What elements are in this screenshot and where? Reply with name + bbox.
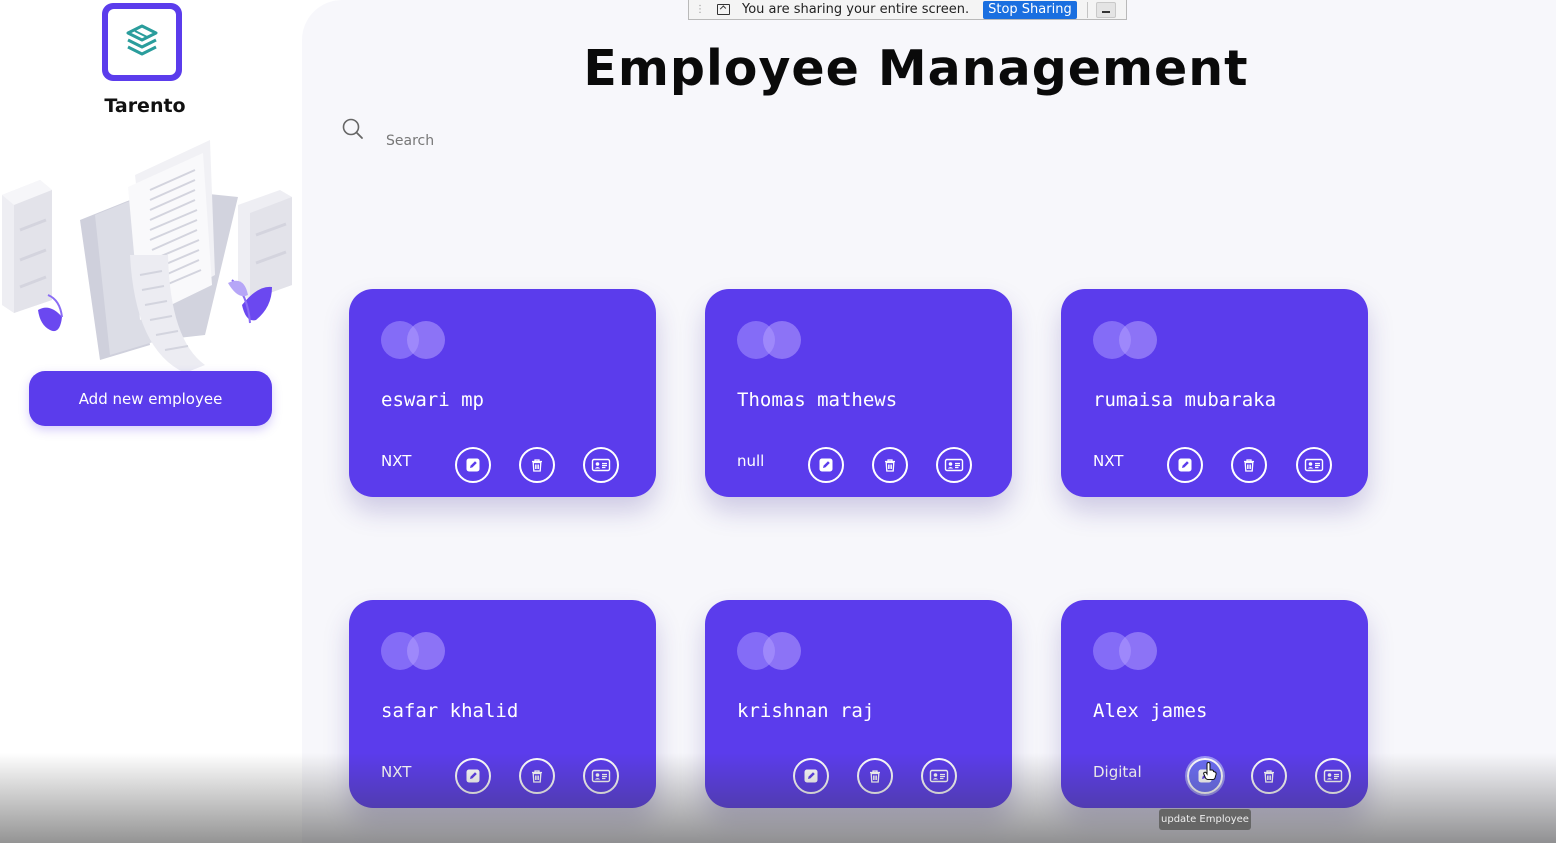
card-chip-icon: [381, 632, 445, 672]
employee-department: Digital: [1093, 763, 1142, 781]
edit-employee-button[interactable]: [455, 447, 491, 483]
employee-department: NXT: [1093, 452, 1124, 470]
card-chip-icon: [737, 321, 801, 361]
view-employee-button[interactable]: [921, 758, 957, 794]
employee-name: safar khalid: [381, 700, 519, 722]
employee-card: krishnan raj: [705, 600, 1012, 808]
tooltip: update Employee: [1159, 809, 1251, 830]
edit-icon: [818, 457, 834, 473]
employee-name: eswari mp: [381, 389, 484, 411]
delete-employee-button[interactable]: [857, 758, 893, 794]
brand-logo[interactable]: [102, 3, 182, 81]
id-card-icon: [929, 768, 949, 784]
delete-employee-button[interactable]: [1231, 447, 1267, 483]
employee-name: Thomas mathews: [737, 389, 898, 411]
stop-sharing-button[interactable]: Stop Sharing: [983, 0, 1077, 19]
hand-cursor-icon: [1203, 762, 1217, 780]
page-title: Employee Management: [583, 40, 1249, 97]
id-card-icon: [1323, 768, 1343, 784]
search-input[interactable]: [386, 130, 706, 152]
screen-share-bar: ⋮ You are sharing your entire screen. St…: [688, 0, 1127, 20]
edit-icon: [465, 768, 481, 784]
employee-department: null: [737, 452, 765, 470]
share-message: You are sharing your entire screen.: [742, 2, 970, 17]
employee-card: eswari mp NXT: [349, 289, 656, 497]
layers-logo-icon: [126, 24, 158, 56]
trash-icon: [1241, 457, 1257, 473]
view-employee-button[interactable]: [583, 447, 619, 483]
edit-employee-button[interactable]: [1167, 447, 1203, 483]
view-employee-button[interactable]: [583, 758, 619, 794]
trash-icon: [529, 768, 545, 784]
drag-grip-icon[interactable]: ⋮: [695, 4, 705, 15]
employee-name: Alex james: [1093, 700, 1208, 722]
edit-employee-button[interactable]: [793, 758, 829, 794]
card-chip-icon: [381, 321, 445, 361]
employee-name: krishnan raj: [737, 700, 875, 722]
share-screen-icon: [717, 4, 730, 15]
delete-employee-button[interactable]: [872, 447, 908, 483]
search-icon[interactable]: [341, 117, 365, 141]
trash-icon: [1261, 768, 1277, 784]
add-employee-button[interactable]: Add new employee: [29, 371, 272, 426]
employee-card: Thomas mathews null: [705, 289, 1012, 497]
id-card-icon: [591, 768, 611, 784]
card-chip-icon: [737, 632, 801, 672]
trash-icon: [529, 457, 545, 473]
id-card-icon: [944, 457, 964, 473]
id-card-icon: [591, 457, 611, 473]
brand-name: Tarento: [104, 95, 186, 117]
edit-icon: [803, 768, 819, 784]
employee-department: NXT: [381, 452, 412, 470]
view-employee-button[interactable]: [936, 447, 972, 483]
view-employee-button[interactable]: [1296, 447, 1332, 483]
employee-card: safar khalid NXT: [349, 600, 656, 808]
view-employee-button[interactable]: [1315, 758, 1351, 794]
trash-icon: [867, 768, 883, 784]
id-card-icon: [1304, 457, 1324, 473]
card-chip-icon: [1093, 632, 1157, 672]
employee-card: rumaisa mubaraka NXT: [1061, 289, 1368, 497]
card-chip-icon: [1093, 321, 1157, 361]
edit-icon: [1177, 457, 1193, 473]
divider: [1086, 1, 1088, 18]
edit-employee-button[interactable]: [808, 447, 844, 483]
edit-icon: [465, 457, 481, 473]
delete-employee-button[interactable]: [519, 758, 555, 794]
minimize-button[interactable]: [1095, 1, 1116, 18]
delete-employee-button[interactable]: [519, 447, 555, 483]
documents-illustration: [2, 140, 292, 373]
employee-name: rumaisa mubaraka: [1093, 389, 1277, 411]
trash-icon: [882, 457, 898, 473]
edit-employee-button[interactable]: [455, 758, 491, 794]
delete-employee-button[interactable]: [1251, 758, 1287, 794]
employee-department: NXT: [381, 763, 412, 781]
